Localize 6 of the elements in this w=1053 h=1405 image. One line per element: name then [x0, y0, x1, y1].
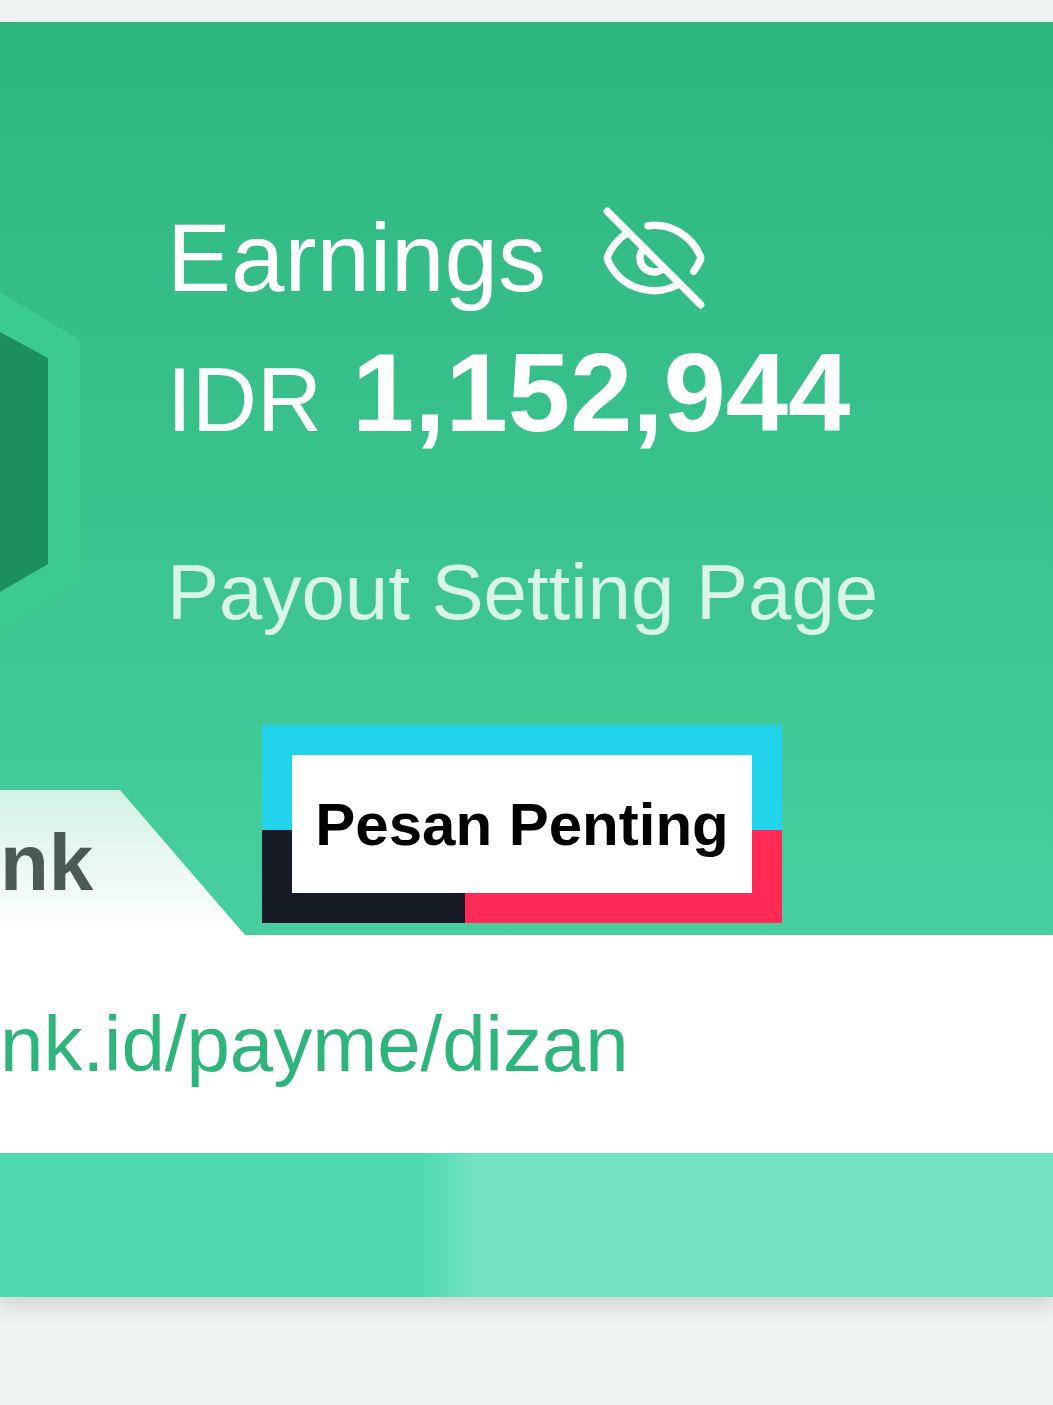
link-field[interactable]: nk.id/payme/dizan [0, 935, 1053, 1153]
earnings-amount: 1,152,944 [352, 329, 851, 457]
currency-label: IDR [167, 349, 322, 452]
earnings-title: Earnings [167, 205, 546, 311]
sticker-label: Pesan Penting [292, 755, 752, 893]
payout-setting-link[interactable]: Payout Setting Page [167, 547, 879, 638]
